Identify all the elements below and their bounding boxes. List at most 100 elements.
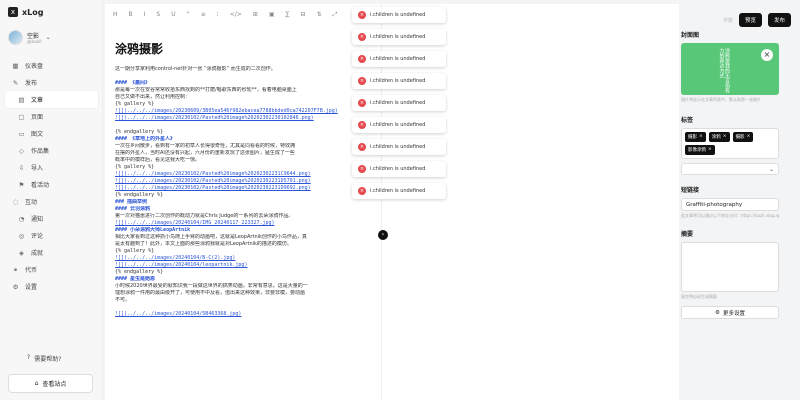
sidebar-item[interactable]: ⚑ 看活动 [5, 176, 98, 193]
tag-chip[interactable]: 影像涂鸦 × [685, 145, 715, 155]
tag-chip[interactable]: 摄影 × [685, 132, 706, 142]
toolbar-button[interactable]: B [129, 11, 133, 19]
summary-label: 摘要 [681, 231, 694, 238]
sidebar-item[interactable]: ⇩ 导入 [5, 159, 98, 176]
error-toast[interactable]: × i.children is undefined [352, 7, 446, 23]
post-title[interactable]: 涂鸦摄影 [115, 40, 163, 57]
remove-tag-icon[interactable]: × [708, 147, 712, 153]
editor-line: {% gallery %} [115, 248, 155, 254]
remove-tag-icon[interactable]: × [723, 134, 727, 140]
error-toast[interactable]: × i.children is undefined [352, 183, 446, 199]
sidebar-item-label: 通知 [31, 216, 44, 223]
error-toast[interactable]: × i.children is undefined [352, 161, 446, 177]
cover-hint: 图片将显示在文章列表中，默认取第一张图片 [681, 97, 761, 102]
sidebar-item[interactable]: ⚭ 代币 [5, 261, 98, 278]
sidebar-item[interactable]: ◎ 评论 [5, 227, 98, 244]
toolbar-button[interactable]: ≡ [201, 11, 206, 19]
error-toast[interactable]: × i.children is undefined [352, 29, 446, 45]
editor-line: #### 星虫是她恩 [115, 276, 156, 282]
editor-line: {% gallery %} [115, 164, 155, 170]
sidebar-item[interactable]: ◈ 成就 [5, 244, 98, 261]
toolbar-button[interactable]: H [113, 11, 118, 19]
sidebar-item[interactable]: ▢ 页面 [5, 108, 98, 125]
toolbar-button[interactable]: </> [230, 11, 242, 19]
editor-line: 概率中的模样后，看见这我大吃一惊。 [115, 157, 201, 163]
user-switcher[interactable]: 空影 @kazil ⌄ [8, 30, 51, 45]
close-icon[interactable]: × [761, 49, 773, 61]
tag-select[interactable]: ⌄ [681, 163, 779, 175]
error-toast[interactable]: × i.children is undefined [352, 95, 446, 111]
toolbar-button[interactable]: “ [187, 11, 190, 19]
app-logo[interactable]: x xLog [8, 7, 43, 17]
sidebar-item[interactable]: ✎ 发布 [5, 74, 98, 91]
error-toast[interactable]: × i.children is undefined [352, 139, 446, 155]
editor-line: 那是每一次在安谷常常收拾东西找到的**打磨/唱歌东西的秒轮**，看着电脑桌面上 [115, 87, 297, 93]
editor-line: {% endgallery %} [115, 269, 164, 275]
sidebar-item-label: 导入 [31, 165, 44, 172]
editor-line: 自己又做不出来，然让利用控制： [115, 94, 191, 100]
toast-message: i.children is undefined [370, 100, 426, 106]
sidebar-item[interactable]: ◇ 作品集 [5, 142, 98, 159]
summary-input[interactable] [681, 242, 779, 292]
markdown-editor[interactable]: 这一期分享家利用control-net针对一张 “涂鸦摄影” 而生成的二次创作。… [115, 66, 380, 318]
error-icon: × [358, 165, 366, 173]
toolbar-button[interactable]: ⊞ [253, 11, 258, 19]
editor-line: 第一次对猫崽进行二次创作的概动力就是Chris Judge的一系列的云朵涂鸦作品… [115, 213, 294, 219]
sidebar-item[interactable]: ▦ 仪表盘 [5, 57, 98, 74]
cover-image[interactable]: 涂鸦是我的无言但有力的表达方式 × [681, 43, 779, 95]
sidebar-item[interactable]: ▤ 文章 [5, 91, 98, 108]
slug-input[interactable]: Graffiti-photography [681, 198, 779, 211]
toolbar-button[interactable]: I [144, 11, 146, 19]
sidebar-item-label: 发布 [25, 80, 38, 87]
editor-line: 相比大家看到过这种抓小鸟随上手臂的动画吧，这就是LeopArtnik创作的小鸟作… [115, 234, 307, 240]
toolbar-button[interactable]: ⤢ [333, 11, 338, 19]
tags-input[interactable]: 摄影 × 涂鸦 × 摄影 × 影像涂鸦 × [681, 128, 779, 159]
error-toast[interactable]: × i.children is undefined [352, 73, 446, 89]
sidebar-item[interactable]: ◌ 互动 [5, 193, 98, 210]
error-icon: × [358, 99, 366, 107]
sidebar-item[interactable]: ▭ 图文 [5, 125, 98, 142]
editor-line: ![](../../../images/20240104/5B463368.jp… [115, 311, 242, 317]
sidebar-item-label: 看活动 [31, 182, 50, 189]
remove-tag-icon[interactable]: × [699, 134, 703, 140]
error-toast[interactable]: × i.children is undefined [352, 117, 446, 133]
toolbar-button[interactable]: ∑ [285, 11, 289, 19]
publish-button[interactable]: 发布 [767, 13, 791, 27]
toast-message: i.children is undefined [370, 166, 426, 172]
toolbar-button[interactable]: ⁝ [217, 11, 219, 19]
help-link[interactable]: ? 需要帮助? [27, 354, 61, 363]
editor-line: ![](../../../images/20230609/3B05ea546f9… [115, 108, 338, 114]
error-icon: × [358, 33, 366, 41]
error-toast[interactable]: × i.children is undefined [352, 51, 446, 67]
nav-icon: ◈ [19, 248, 24, 257]
editor-line: 理想涂鸦一件用的最由级开了，可使用不中及看，值出来这种效果，非要非模，要动画 [115, 290, 306, 296]
tag-chip[interactable]: 摄影 × [732, 132, 754, 142]
error-icon: × [358, 55, 366, 63]
toolbar-button[interactable]: ▣ [269, 11, 275, 19]
editor-line: ![](../../../images/20240104/IMG_2024011… [115, 220, 275, 226]
chevron-down-icon: ⌄ [768, 166, 774, 173]
toggle-preview-button[interactable]: › [378, 230, 388, 240]
editor-line: #### 《草地上的外星人》 [115, 136, 176, 142]
tag-chip[interactable]: 涂鸦 × [708, 132, 730, 142]
toolbar-button[interactable]: ⊟ [301, 11, 306, 19]
toolbar-button[interactable]: U [171, 11, 175, 19]
sidebar-item[interactable]: ◔ 通知 [5, 210, 98, 227]
editor-line: #### 《墨间》 [115, 80, 151, 86]
more-settings-button[interactable]: ⚙ 更多设置 [681, 306, 779, 319]
preview-button[interactable]: 预览 [738, 13, 762, 27]
summary-hint: 留空将自动生成摘要 [681, 294, 717, 299]
remove-tag-icon[interactable]: × [747, 134, 751, 140]
toast-message: i.children is undefined [370, 34, 426, 40]
toolbar-button[interactable]: S [156, 11, 160, 19]
sidebar-item-label: 成就 [31, 250, 44, 257]
nav-icon: ▦ [12, 61, 19, 70]
error-toasts: × i.children is undefined × i.children is u… [352, 7, 446, 205]
tag-label: 摄影 [688, 135, 697, 140]
cover-text: 涂鸦是我的无言但有力的表达方式 [718, 48, 731, 93]
toolbar-button[interactable]: ⇅ [317, 11, 322, 19]
error-icon: × [358, 77, 366, 85]
view-site-button[interactable]: ⌂ 查看站点 [8, 374, 93, 393]
sidebar-item[interactable]: ⚙ 设置 [5, 278, 98, 295]
